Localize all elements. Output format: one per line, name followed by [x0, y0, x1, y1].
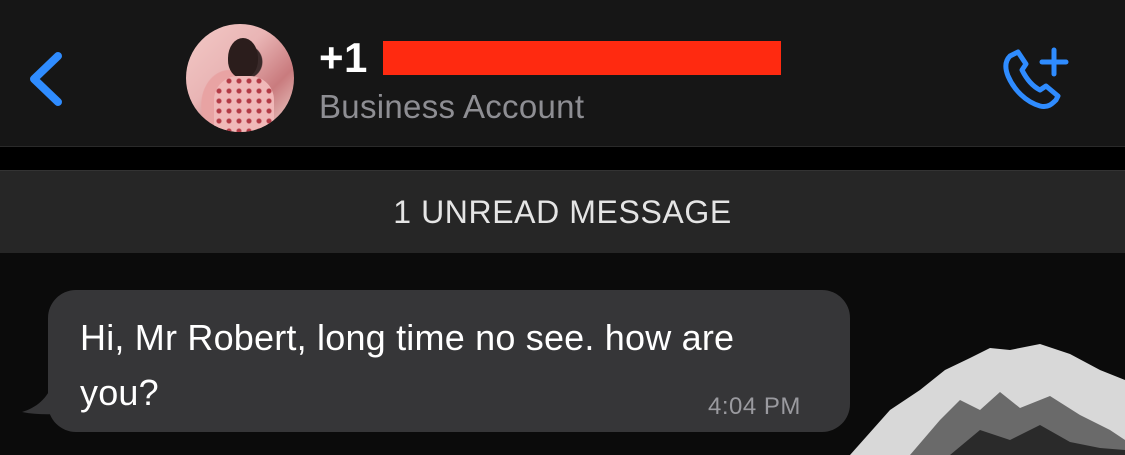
chat-header: +1 Business Account	[0, 0, 1125, 147]
back-button[interactable]	[22, 44, 72, 114]
add-call-button[interactable]	[996, 42, 1072, 112]
phone-plus-icon	[1003, 47, 1069, 109]
account-type-label: Business Account	[319, 88, 585, 125]
contact-avatar[interactable]	[186, 24, 294, 132]
unread-messages-label: 1 UNREAD MESSAGE	[393, 193, 732, 230]
contact-number[interactable]: +1	[319, 34, 368, 82]
message-timestamp: 4:04 PM	[708, 393, 801, 420]
chevron-left-icon	[30, 52, 62, 106]
redaction-bar	[383, 41, 781, 75]
unread-messages-banner: 1 UNREAD MESSAGE	[0, 170, 1125, 254]
background-mountain-image	[850, 344, 1125, 455]
